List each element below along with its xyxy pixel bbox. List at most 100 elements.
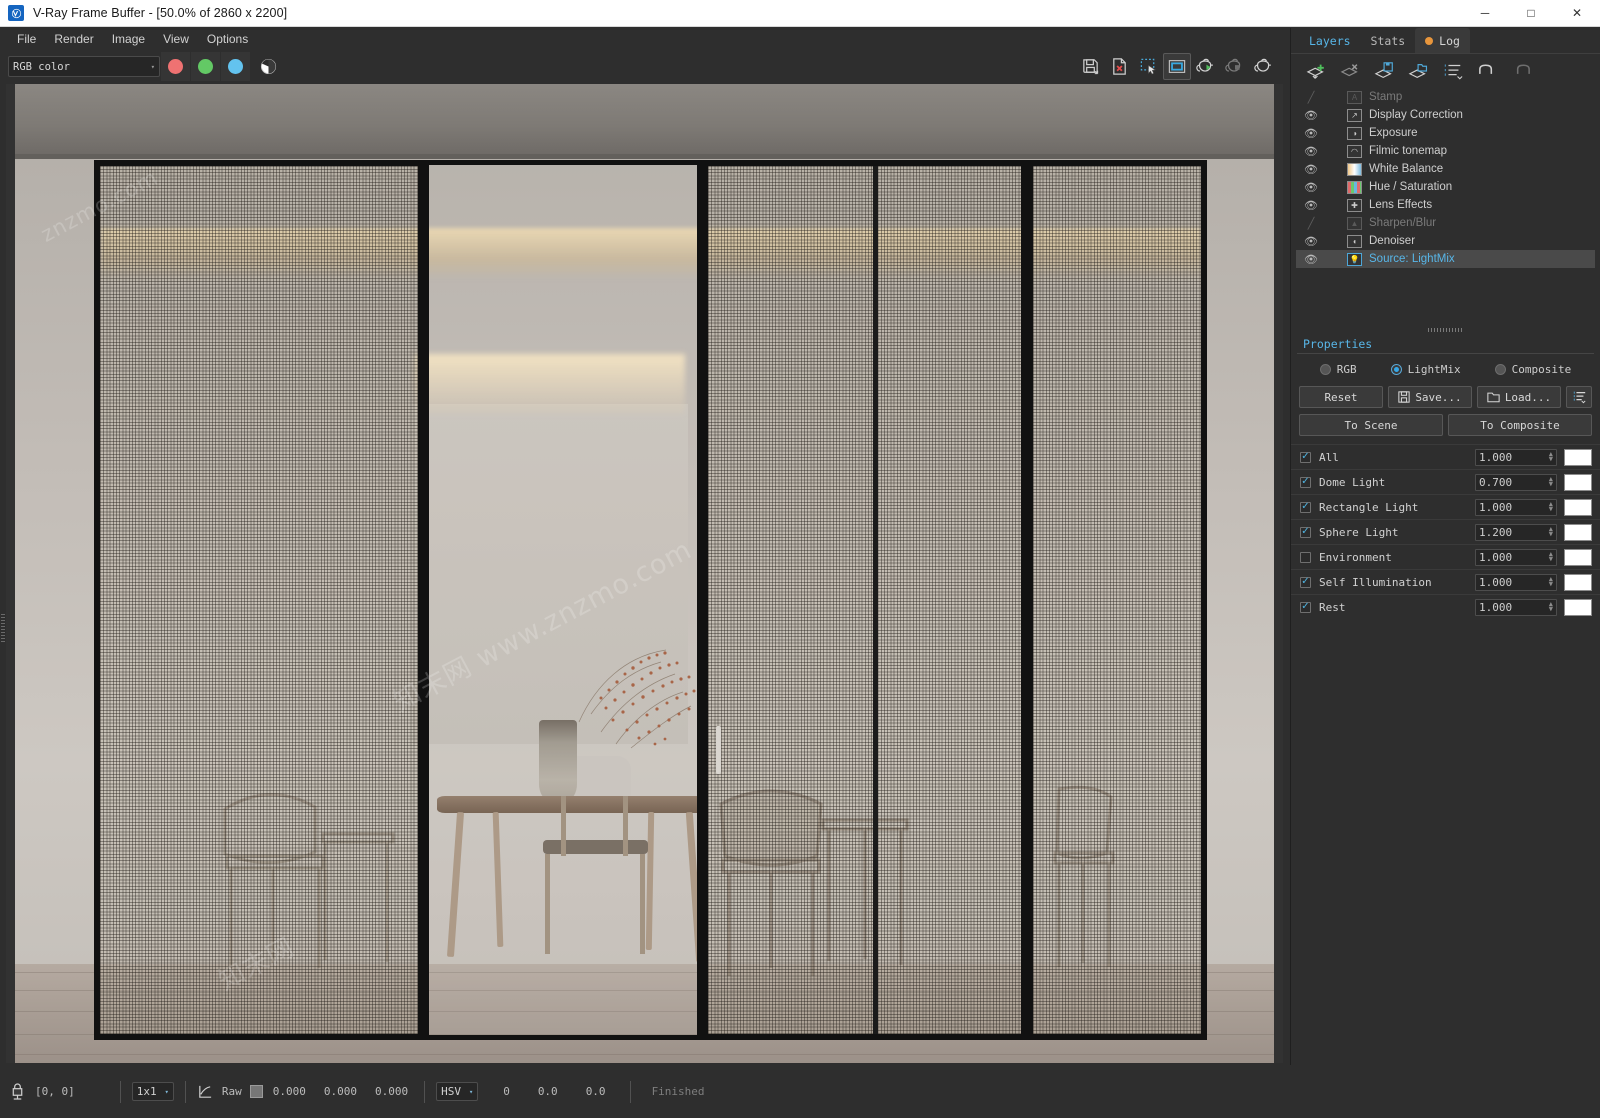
blue-channel-button[interactable] (221, 52, 250, 81)
tab-log[interactable]: Log (1415, 28, 1470, 53)
eye-off-icon[interactable]: ╱ (1300, 217, 1322, 230)
menu-render[interactable]: Render (45, 29, 102, 49)
divider (184, 1080, 186, 1103)
delete-layer-icon[interactable] (1337, 57, 1365, 85)
light-intensity-field[interactable]: 0.700 ▲ ▼ (1475, 473, 1557, 491)
alpha-channel-button[interactable] (254, 52, 282, 81)
layer-row-white-balance[interactable]: 👁 White Balance (1296, 160, 1595, 178)
light-color-swatch[interactable] (1564, 573, 1592, 591)
splitter-grip (1, 614, 5, 642)
close-button[interactable]: ✕ (1554, 0, 1600, 27)
layer-row-source-lightmix[interactable]: 👁 💡 Source: LightMix (1296, 250, 1595, 268)
image-viewport[interactable]: znzmo.com www.znzmo.com 知末网 www.znzmo.co… (6, 84, 1283, 1063)
menu-options[interactable]: Options (198, 29, 257, 49)
red-channel-button[interactable] (161, 52, 190, 81)
light-color-swatch[interactable] (1564, 523, 1592, 541)
mode-composite[interactable]: Composite (1494, 363, 1571, 376)
mode-lightmix[interactable]: LightMix (1390, 363, 1461, 376)
menu-image[interactable]: Image (103, 29, 154, 49)
light-intensity-field[interactable]: 1.000 ▲ ▼ (1475, 448, 1557, 466)
spinner-arrows-icon[interactable]: ▲ ▼ (1549, 476, 1553, 488)
track-mouse-icon[interactable] (1163, 53, 1191, 80)
minimize-button[interactable]: ─ (1462, 0, 1508, 27)
eye-icon[interactable]: 👁 (1300, 163, 1322, 176)
redo-icon[interactable] (1507, 57, 1535, 85)
save-image-icon[interactable] (1076, 53, 1104, 80)
eye-icon[interactable]: 👁 (1300, 127, 1322, 140)
layer-row-display-correction[interactable]: 👁 ↗ Display Correction (1296, 106, 1595, 124)
eye-icon[interactable]: 👁 (1300, 235, 1322, 248)
spinner-arrows-icon[interactable]: ▲ ▼ (1549, 451, 1553, 463)
save-layers-icon[interactable] (1371, 57, 1399, 85)
layer-row-lens-effects[interactable]: 👁 ✚ Lens Effects (1296, 196, 1595, 214)
light-enable-checkbox[interactable] (1300, 476, 1311, 488)
pixel-lock-icon[interactable] (10, 1083, 25, 1100)
cursor-coords: [0, 0] (35, 1085, 75, 1098)
layer-presets-icon[interactable] (1439, 57, 1467, 85)
light-color-swatch[interactable] (1564, 548, 1592, 566)
light-enable-checkbox[interactable] (1300, 576, 1311, 588)
eye-icon[interactable]: 👁 (1300, 181, 1322, 194)
light-intensity-field[interactable]: 1.000 ▲ ▼ (1475, 498, 1557, 516)
radio-icon (1319, 364, 1331, 375)
layer-row-hue-saturation[interactable]: 👁 Hue / Saturation (1296, 178, 1595, 196)
menu-file[interactable]: File (8, 29, 45, 49)
load-button[interactable]: Load... (1477, 386, 1561, 408)
to-scene-button[interactable]: To Scene (1299, 414, 1443, 436)
stop-render-icon[interactable] (1221, 53, 1249, 80)
light-intensity-field[interactable]: 1.000 ▲ ▼ (1475, 548, 1557, 566)
layer-row-exposure[interactable]: 👁 ◑ Exposure (1296, 124, 1595, 142)
spinner-arrows-icon[interactable]: ▲ ▼ (1549, 526, 1553, 538)
light-color-swatch[interactable] (1564, 598, 1592, 616)
spinner-arrows-icon[interactable]: ▲ ▼ (1549, 501, 1553, 513)
hsv-s: 0.0 (537, 1085, 558, 1098)
panel-resize-grip[interactable] (1291, 325, 1600, 334)
light-intensity-field[interactable]: 1.200 ▲ ▼ (1475, 523, 1557, 541)
light-enable-checkbox[interactable] (1300, 501, 1311, 513)
tab-layers[interactable]: Layers (1299, 28, 1361, 53)
sample-size-select[interactable]: 1x1 ▾ (131, 1082, 174, 1101)
light-intensity-field[interactable]: 1.000 ▲ ▼ (1475, 573, 1557, 591)
light-enable-checkbox[interactable] (1300, 526, 1311, 538)
light-enable-checkbox[interactable] (1300, 451, 1311, 463)
light-color-swatch[interactable] (1564, 498, 1592, 516)
reset-button[interactable]: Reset (1299, 386, 1383, 408)
render-icon[interactable] (1250, 53, 1278, 80)
tab-stats[interactable]: Stats (1361, 28, 1416, 53)
lightmix-options-button[interactable] (1566, 386, 1592, 408)
eye-off-icon[interactable]: ╱ (1300, 91, 1322, 104)
layer-name: Display Correction (1369, 109, 1463, 121)
light-enable-checkbox[interactable] (1300, 601, 1311, 613)
eye-icon[interactable]: 👁 (1300, 253, 1322, 266)
spinner-arrows-icon[interactable]: ▲ ▼ (1549, 576, 1553, 588)
light-intensity-field[interactable]: 1.000 ▲ ▼ (1475, 598, 1557, 616)
to-composite-button[interactable]: To Composite (1448, 414, 1592, 436)
render-last-icon[interactable] (1192, 53, 1220, 80)
load-layers-icon[interactable] (1405, 57, 1433, 85)
layer-row-denoiser[interactable]: 👁 ◖ Denoiser (1296, 232, 1595, 250)
mode-rgb[interactable]: RGB (1319, 363, 1357, 376)
add-layer-icon[interactable] (1303, 57, 1331, 85)
layer-row-stamp[interactable]: ╱ A Stamp (1296, 88, 1595, 106)
light-intensity-value: 1.200 (1479, 525, 1513, 539)
light-color-swatch[interactable] (1564, 448, 1592, 466)
layer-row-sharpen-blur[interactable]: ╱ ▲ Sharpen/Blur (1296, 214, 1595, 232)
region-render-icon[interactable] (1134, 53, 1162, 80)
eye-icon[interactable]: 👁 (1300, 145, 1322, 158)
save-button[interactable]: Save... (1388, 386, 1472, 408)
undo-icon[interactable] (1473, 57, 1501, 85)
spinner-arrows-icon[interactable]: ▲ ▼ (1549, 601, 1553, 613)
eye-icon[interactable]: 👁 (1300, 109, 1322, 122)
layer-row-filmic-tonemap[interactable]: 👁 ◠ Filmic tonemap (1296, 142, 1595, 160)
eye-icon[interactable]: 👁 (1300, 199, 1322, 212)
spinner-arrows-icon[interactable]: ▲ ▼ (1549, 551, 1553, 563)
light-color-swatch[interactable] (1564, 473, 1592, 491)
green-channel-button[interactable] (191, 52, 220, 81)
light-enable-checkbox[interactable] (1300, 551, 1311, 563)
maximize-button[interactable]: □ (1508, 0, 1554, 27)
clear-image-icon[interactable] (1105, 53, 1133, 80)
color-pick-icon[interactable] (197, 1084, 213, 1100)
menu-view[interactable]: View (154, 29, 198, 49)
channel-select[interactable]: RGB color ▾ (8, 56, 160, 77)
color-mode-select[interactable]: HSV ▾ (436, 1082, 479, 1101)
